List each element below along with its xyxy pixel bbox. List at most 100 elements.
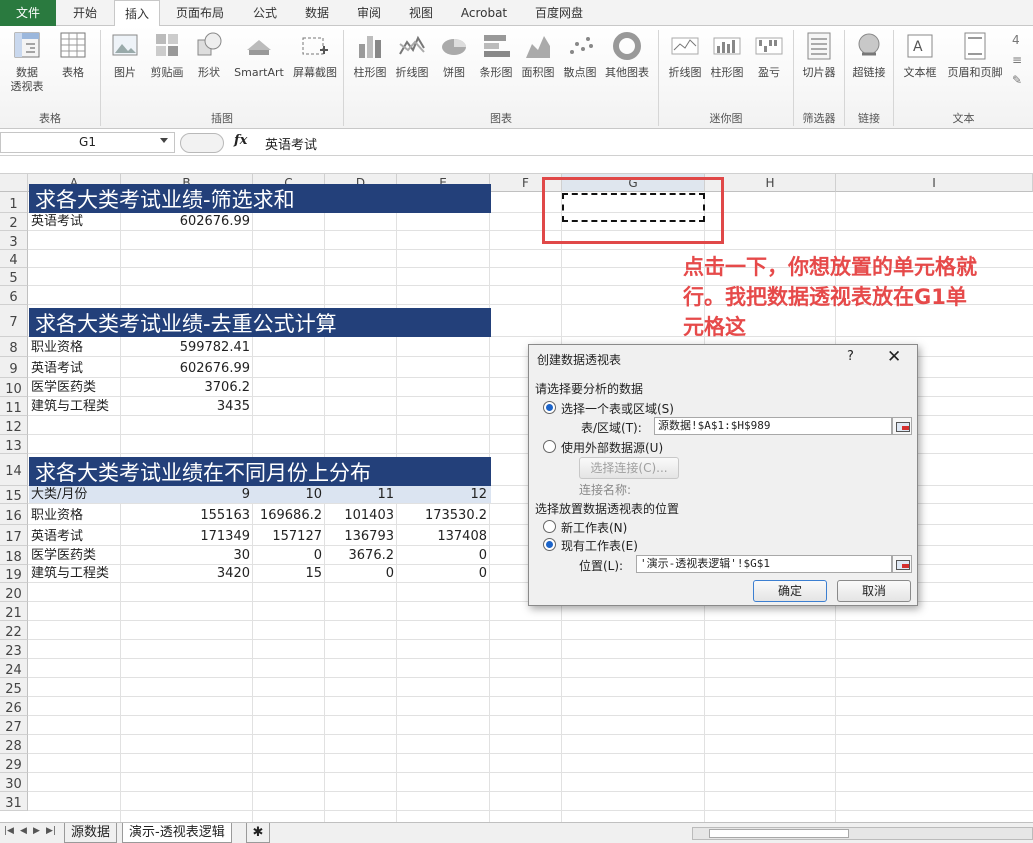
table-cell[interactable]: 建筑与工程类 (31, 566, 120, 582)
table-cell[interactable]: 0 (256, 548, 324, 564)
screenshot-button[interactable]: 屏幕截图 (290, 30, 340, 110)
line-chart-button[interactable]: 折线图 (389, 30, 435, 110)
row-header-22[interactable]: 22 (0, 621, 28, 640)
formula-bar-toggle[interactable] (180, 133, 224, 153)
row-header-30[interactable]: 30 (0, 773, 28, 792)
first-sheet-icon[interactable]: |◀ (4, 826, 14, 836)
row-header-27[interactable]: 27 (0, 716, 28, 735)
table-cell[interactable]: 英语考试 (31, 529, 120, 545)
row-header-13[interactable]: 13 (0, 435, 28, 454)
table-header-cell[interactable]: 10 (256, 487, 324, 503)
row-header-24[interactable]: 24 (0, 659, 28, 678)
row-header-8[interactable]: 8 (0, 337, 28, 357)
row-header-31[interactable]: 31 (0, 792, 28, 811)
tab-formulas[interactable]: 公式 (240, 0, 290, 26)
tab-home[interactable]: 开始 (60, 0, 110, 26)
cell-value[interactable]: 602676.99 (124, 361, 252, 377)
tab-file[interactable]: 文件 (0, 0, 56, 26)
table-cell[interactable]: 3676.2 (328, 548, 396, 564)
range-input[interactable]: 源数据!$A$1:$H$989 (654, 417, 892, 435)
chevron-down-icon[interactable] (160, 138, 168, 143)
table-cell[interactable]: 169686.2 (256, 508, 324, 524)
row-header-18[interactable]: 18 (0, 546, 28, 565)
tab-review[interactable]: 审阅 (344, 0, 394, 26)
cell-value[interactable]: 602676.99 (124, 214, 252, 230)
column-header-i[interactable]: I (836, 174, 1033, 192)
row-header-28[interactable]: 28 (0, 735, 28, 754)
formula-content[interactable]: 英语考试 (265, 134, 317, 153)
tab-insert[interactable]: 插入 (114, 0, 160, 27)
sparkline-column-button[interactable]: 柱形图 (704, 30, 750, 110)
table-cell[interactable]: 101403 (328, 508, 396, 524)
radio-select-range-label[interactable]: 选择一个表或区域(S) (561, 400, 674, 417)
row-header-7[interactable]: 7 (0, 305, 28, 337)
table-cell[interactable]: 137408 (400, 529, 489, 545)
location-input[interactable]: '演示-透视表逻辑'!$G$1 (636, 555, 892, 573)
row-header-4[interactable]: 4 (0, 250, 28, 268)
radio-external-source-label[interactable]: 使用外部数据源(U) (561, 439, 663, 456)
row-header-23[interactable]: 23 (0, 640, 28, 659)
hyperlink-button[interactable]: 超链接 (846, 30, 892, 110)
column-chart-button[interactable]: 柱形图 (347, 30, 393, 110)
area-chart-button[interactable]: 面积图 (515, 30, 561, 110)
radio-existing-worksheet-label[interactable]: 现有工作表(E) (561, 537, 638, 554)
cell-label[interactable]: 英语考试 (31, 214, 120, 230)
cell-value[interactable]: 3435 (124, 399, 252, 415)
table-cell[interactable]: 155163 (124, 508, 252, 524)
row-header-11[interactable]: 11 (0, 397, 28, 416)
section-title[interactable]: 求各大类考试业绩在不同月份上分布 (29, 457, 491, 486)
row-header-26[interactable]: 26 (0, 697, 28, 716)
cell-value[interactable]: 599782.41 (124, 340, 252, 356)
radio-new-worksheet[interactable] (543, 520, 556, 533)
radio-new-worksheet-label[interactable]: 新工作表(N) (561, 519, 627, 536)
row-header-21[interactable]: 21 (0, 602, 28, 621)
slicer-button[interactable]: 切片器 (796, 30, 842, 110)
table-cell[interactable]: 157127 (256, 529, 324, 545)
table-cell[interactable]: 3420 (124, 566, 252, 582)
picture-button[interactable]: 图片 (102, 30, 148, 110)
select-all-corner[interactable] (0, 174, 28, 192)
function-icon[interactable]: fx (234, 133, 247, 148)
tab-view[interactable]: 视图 (396, 0, 446, 26)
sheet-tab-source-data[interactable]: 源数据 (64, 823, 118, 843)
cell-label[interactable]: 英语考试 (31, 361, 120, 377)
radio-existing-worksheet[interactable] (543, 538, 556, 551)
row-header-16[interactable]: 16 (0, 504, 28, 525)
tab-page-layout[interactable]: 页面布局 (166, 0, 234, 26)
table-cell[interactable]: 136793 (328, 529, 396, 545)
row-header-20[interactable]: 20 (0, 583, 28, 602)
row-header-6[interactable]: 6 (0, 286, 28, 305)
cell-label[interactable]: 医学医药类 (31, 380, 120, 396)
section-title[interactable]: 求各大类考试业绩-筛选求和 (29, 184, 491, 213)
cancel-button[interactable]: 取消 (837, 580, 911, 602)
next-sheet-icon[interactable]: ▶ (33, 826, 40, 836)
row-header-25[interactable]: 25 (0, 678, 28, 697)
table-header-cell[interactable]: 12 (400, 487, 489, 503)
row-header-9[interactable]: 9 (0, 357, 28, 378)
row-header-1[interactable]: 1 (0, 192, 28, 213)
help-icon[interactable]: ? (847, 349, 854, 364)
table-cell[interactable]: 171349 (124, 529, 252, 545)
choose-connection-button[interactable]: 选择连接(C)... (579, 457, 679, 479)
location-ref-picker-icon[interactable] (892, 555, 912, 573)
tab-data[interactable]: 数据 (292, 0, 342, 26)
tab-acrobat[interactable]: Acrobat (450, 0, 518, 26)
radio-select-range[interactable] (543, 401, 556, 414)
section-title[interactable]: 求各大类考试业绩-去重公式计算 (29, 308, 491, 337)
row-header-3[interactable]: 3 (0, 231, 28, 250)
table-cell[interactable]: 医学医药类 (31, 548, 120, 564)
last-sheet-icon[interactable]: ▶| (46, 826, 56, 836)
row-header-17[interactable]: 17 (0, 525, 28, 546)
table-header-cell[interactable]: 11 (328, 487, 396, 503)
table-header-cell[interactable]: 9 (124, 487, 252, 503)
pivot-table-button[interactable]: 数据 透视表 (4, 30, 50, 110)
table-cell[interactable]: 0 (400, 548, 489, 564)
cell-label[interactable]: 建筑与工程类 (31, 399, 120, 415)
other-chart-button[interactable]: 其他图表 (601, 30, 653, 110)
row-header-14[interactable]: 14 (0, 454, 28, 486)
tab-baidu-netdisk[interactable]: 百度网盘 (522, 0, 596, 26)
range-ref-picker-icon[interactable] (892, 417, 912, 435)
table-button[interactable]: 表格 (50, 30, 96, 110)
cell-value[interactable]: 3706.2 (124, 380, 252, 396)
scrollbar-thumb[interactable] (709, 829, 849, 838)
